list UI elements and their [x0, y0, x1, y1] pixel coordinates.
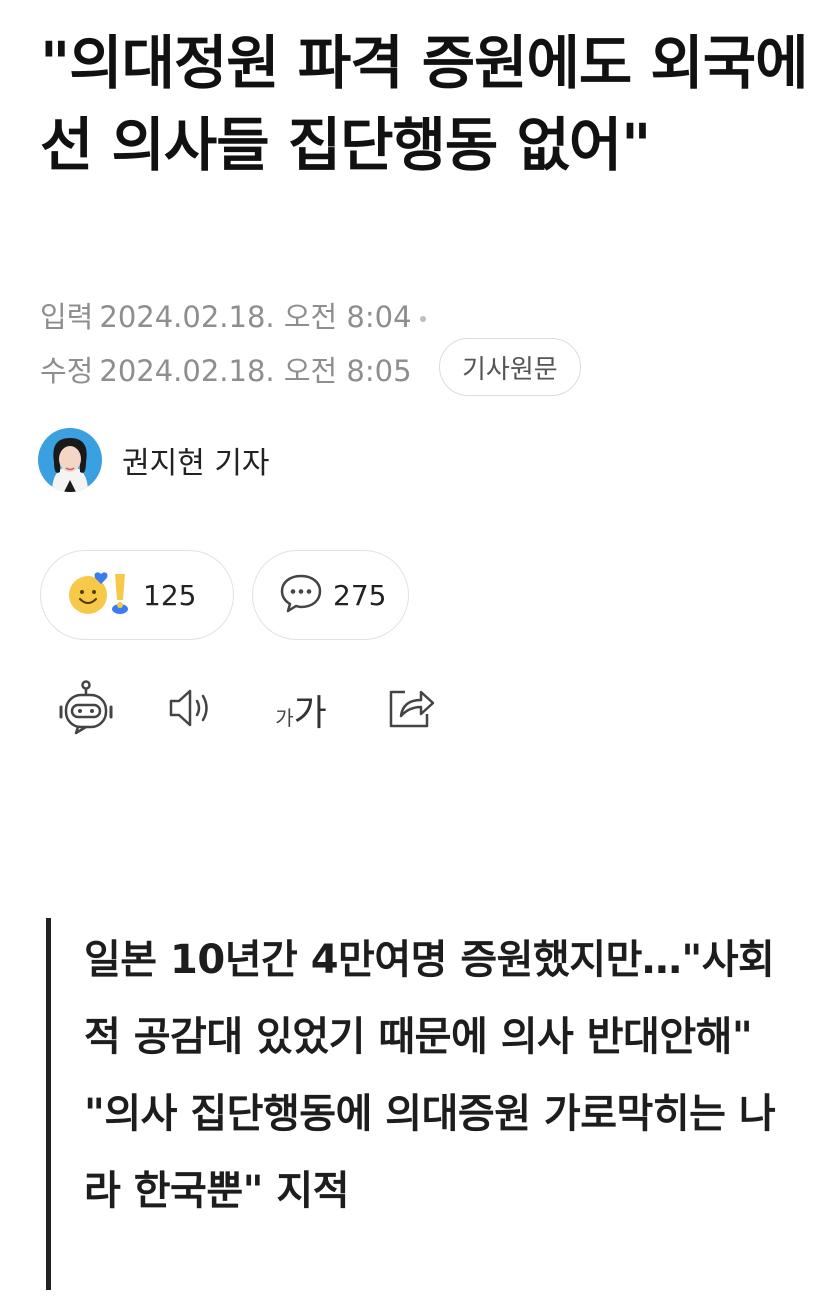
summary-line: 일본 10년간 4만여명 증원했지만…"사회적 공감대 있었기 때문에 의사 반…: [84, 937, 775, 1060]
author-byline[interactable]: 권지현 기자: [38, 428, 270, 492]
meta-separator-dot: [419, 316, 426, 322]
article-summary: 일본 10년간 4만여명 증원했지만…"사회적 공감대 있었기 때문에 의사 반…: [84, 922, 784, 1230]
text-to-speech-button[interactable]: [161, 680, 221, 740]
summary-quote-bar: [46, 918, 51, 1290]
article-headline: "의대정원 파격 증원에도 외국에선 의사들 집단행동 없어": [40, 29, 808, 179]
published-date: 입력 2024.02.18. 오전 8:04: [40, 294, 426, 336]
modified-value: 2024.02.18. 오전 8:05: [99, 354, 412, 388]
reaction-count: 125: [143, 578, 197, 612]
author-name[interactable]: 권지현 기자: [122, 438, 270, 482]
published-value: 2024.02.18. 오전 8:04: [99, 300, 412, 334]
speech-bubble-icon: [279, 572, 323, 618]
modified-label: 수정: [40, 354, 94, 388]
comment-count: 275: [333, 578, 387, 612]
reporter-avatar[interactable]: [38, 428, 102, 492]
summary-bot-button[interactable]: [56, 680, 116, 740]
exclamation-emoji-icon: [107, 570, 133, 620]
published-label: 입력: [40, 300, 94, 334]
reaction-button[interactable]: 125: [40, 550, 234, 640]
speaker-icon: [166, 686, 216, 734]
modified-date: 수정 2024.02.18. 오전 8:05: [40, 348, 412, 390]
font-size-button[interactable]: 가가: [271, 680, 331, 740]
summary-line: "의사 집단행동에 의대증원 가로막히는 나라 한국뿐" 지적: [84, 1091, 776, 1214]
share-button[interactable]: [381, 680, 441, 740]
original-article-button[interactable]: 기사원문: [439, 338, 581, 396]
font-size-icon: 가가: [275, 693, 327, 734]
summary-bot-icon: [57, 680, 115, 740]
comment-button[interactable]: 275: [252, 550, 409, 640]
share-icon: [385, 686, 437, 734]
